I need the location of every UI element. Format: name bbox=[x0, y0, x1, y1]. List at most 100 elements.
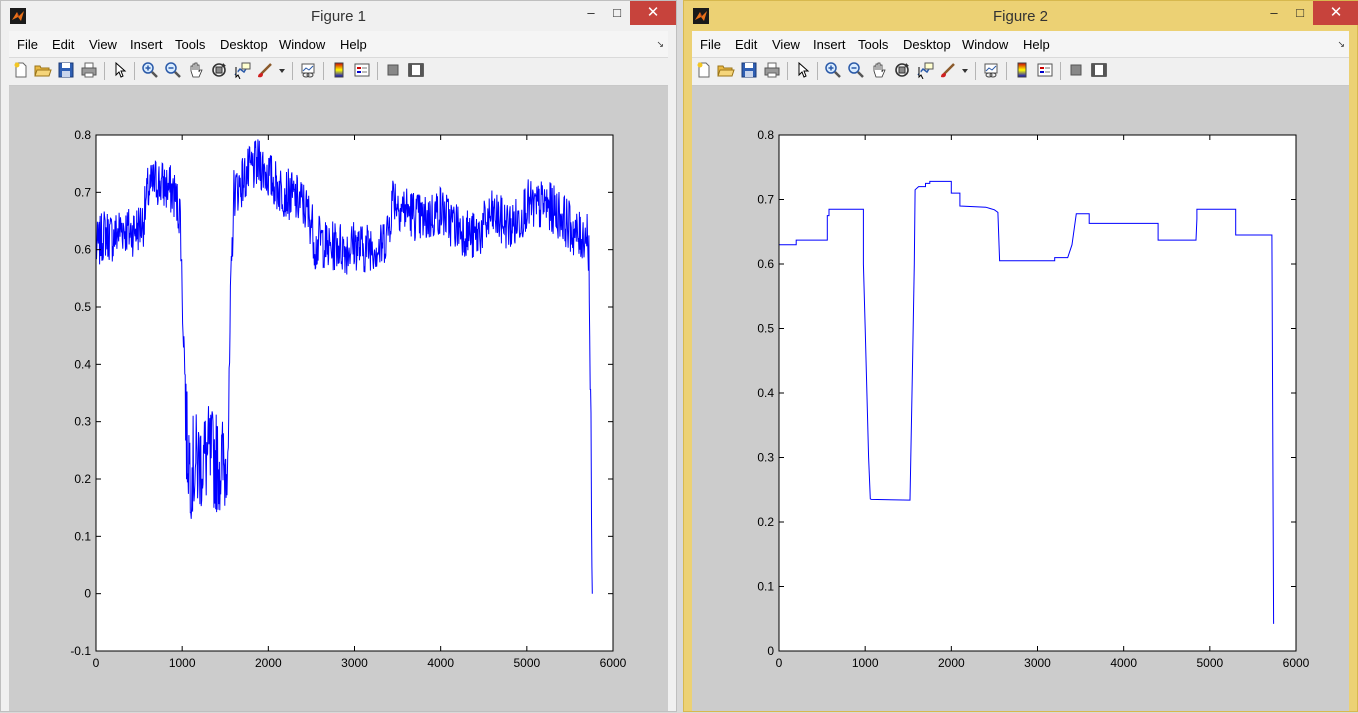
zoom-out-icon[interactable] bbox=[847, 61, 865, 79]
show-plot-tools-icon[interactable] bbox=[407, 61, 425, 79]
title-bar[interactable]: Figure 1 – □ ✕ bbox=[1, 1, 676, 31]
menu-desktop[interactable]: Desktop bbox=[220, 37, 268, 52]
save-icon[interactable] bbox=[740, 61, 758, 79]
maximize-button[interactable]: □ bbox=[604, 1, 630, 25]
y-tick-label: -0.1 bbox=[70, 644, 91, 658]
toolbar-separator bbox=[377, 62, 378, 80]
toolbar-separator bbox=[787, 62, 788, 80]
menu-edit[interactable]: Edit bbox=[735, 37, 757, 52]
title-bar[interactable]: Figure 2 – □ ✕ bbox=[684, 1, 1358, 31]
y-tick-label: 0 bbox=[84, 587, 91, 601]
x-tick-label: 2000 bbox=[255, 656, 282, 670]
x-tick-label: 6000 bbox=[600, 656, 627, 670]
minimize-button[interactable]: – bbox=[578, 1, 604, 25]
x-tick-label: 0 bbox=[776, 656, 783, 670]
window-title: Figure 2 bbox=[992, 8, 1049, 25]
figure-1-window: Figure 1 – □ ✕ File Edit View Insert Too… bbox=[0, 0, 677, 712]
menu-file[interactable]: File bbox=[700, 37, 721, 52]
toolbar-separator bbox=[134, 62, 135, 80]
menu-insert[interactable]: Insert bbox=[813, 37, 846, 52]
show-plot-tools-icon[interactable] bbox=[1090, 61, 1108, 79]
menu-file[interactable]: File bbox=[17, 37, 38, 52]
y-tick-label: 0.3 bbox=[757, 451, 774, 465]
window-client: File Edit View Insert Tools Desktop Wind… bbox=[692, 31, 1349, 711]
save-icon[interactable] bbox=[57, 61, 75, 79]
y-tick-label: 0.4 bbox=[74, 357, 91, 371]
new-figure-icon[interactable] bbox=[12, 61, 30, 79]
edit-plot-icon[interactable] bbox=[794, 61, 812, 79]
menu-edit[interactable]: Edit bbox=[52, 37, 74, 52]
y-tick-label: 0.4 bbox=[757, 386, 774, 400]
menu-view[interactable]: View bbox=[772, 37, 800, 52]
toolbar-separator bbox=[817, 62, 818, 80]
x-tick-label: 0 bbox=[93, 656, 100, 670]
close-button[interactable]: ✕ bbox=[1313, 1, 1358, 25]
brush-dropdown-icon[interactable] bbox=[277, 61, 287, 79]
y-tick-label: 0.7 bbox=[74, 185, 91, 199]
link-plot-icon[interactable] bbox=[982, 61, 1000, 79]
rotate-3d-icon[interactable] bbox=[893, 61, 911, 79]
legend-icon[interactable] bbox=[1036, 61, 1054, 79]
x-tick-label: 3000 bbox=[341, 656, 368, 670]
pan-icon[interactable] bbox=[870, 61, 888, 79]
toolbar-separator bbox=[975, 62, 976, 80]
x-tick-label: 1000 bbox=[169, 656, 196, 670]
y-tick-label: 0.8 bbox=[757, 128, 774, 142]
y-tick-label: 0 bbox=[767, 644, 774, 658]
x-tick-label: 6000 bbox=[1283, 656, 1310, 670]
data-cursor-icon[interactable] bbox=[233, 61, 251, 79]
maximize-button[interactable]: □ bbox=[1287, 1, 1313, 25]
colorbar-icon[interactable] bbox=[1013, 61, 1031, 79]
y-tick-label: 0.6 bbox=[74, 243, 91, 257]
new-figure-icon[interactable] bbox=[695, 61, 713, 79]
link-plot-icon[interactable] bbox=[299, 61, 317, 79]
zoom-in-icon[interactable] bbox=[824, 61, 842, 79]
menu-window[interactable]: Window bbox=[962, 37, 1008, 52]
close-button[interactable]: ✕ bbox=[630, 1, 676, 25]
toolbar-separator bbox=[292, 62, 293, 80]
brush-icon[interactable] bbox=[939, 61, 957, 79]
y-tick-label: 0.2 bbox=[74, 472, 91, 486]
print-icon[interactable] bbox=[763, 61, 781, 79]
dock-arrow-icon[interactable]: ↘ bbox=[1337, 39, 1345, 50]
hide-plot-tools-icon[interactable] bbox=[384, 61, 402, 79]
menu-help[interactable]: Help bbox=[340, 37, 367, 52]
x-tick-label: 1000 bbox=[852, 656, 879, 670]
brush-dropdown-icon[interactable] bbox=[960, 61, 970, 79]
zoom-out-icon[interactable] bbox=[164, 61, 182, 79]
plot-axes[interactable]: 0 1000 2000 3000 4000 5000 6000-0.100.10.20.30… bbox=[9, 86, 670, 713]
menu-view[interactable]: View bbox=[89, 37, 117, 52]
legend-icon[interactable] bbox=[353, 61, 371, 79]
y-tick-label: 0.1 bbox=[74, 529, 91, 543]
menu-tools[interactable]: Tools bbox=[175, 37, 205, 52]
rotate-3d-icon[interactable] bbox=[210, 61, 228, 79]
dock-arrow-icon[interactable]: ↘ bbox=[656, 39, 664, 50]
plot-axes[interactable]: 0 1000 2000 3000 4000 5000 6000 0 0.1 0.2 0.3 0.4 0.… bbox=[692, 86, 1351, 713]
figure-toolbar bbox=[692, 58, 1349, 86]
menu-insert[interactable]: Insert bbox=[130, 37, 163, 52]
x-tick-label: 5000 bbox=[513, 656, 540, 670]
menu-tools[interactable]: Tools bbox=[858, 37, 888, 52]
zoom-in-icon[interactable] bbox=[141, 61, 159, 79]
menu-window[interactable]: Window bbox=[279, 37, 325, 52]
menu-bar: File Edit View Insert Tools Desktop Wind… bbox=[9, 31, 668, 58]
y-tick-label: 0.7 bbox=[757, 193, 774, 207]
open-file-icon[interactable] bbox=[34, 61, 52, 79]
minimize-button[interactable]: – bbox=[1261, 1, 1287, 25]
y-tick-label: 0.5 bbox=[757, 322, 774, 336]
menu-bar: File Edit View Insert Tools Desktop Wind… bbox=[692, 31, 1349, 58]
y-tick-label: 0.5 bbox=[74, 300, 91, 314]
figure-toolbar bbox=[9, 58, 668, 86]
print-icon[interactable] bbox=[80, 61, 98, 79]
colorbar-icon[interactable] bbox=[330, 61, 348, 79]
open-file-icon[interactable] bbox=[717, 61, 735, 79]
data-cursor-icon[interactable] bbox=[916, 61, 934, 79]
edit-plot-icon[interactable] bbox=[111, 61, 129, 79]
hide-plot-tools-icon[interactable] bbox=[1067, 61, 1085, 79]
pan-icon[interactable] bbox=[187, 61, 205, 79]
menu-desktop[interactable]: Desktop bbox=[903, 37, 951, 52]
toolbar-separator bbox=[104, 62, 105, 80]
menu-help[interactable]: Help bbox=[1023, 37, 1050, 52]
plot-area bbox=[779, 135, 1296, 651]
brush-icon[interactable] bbox=[256, 61, 274, 79]
